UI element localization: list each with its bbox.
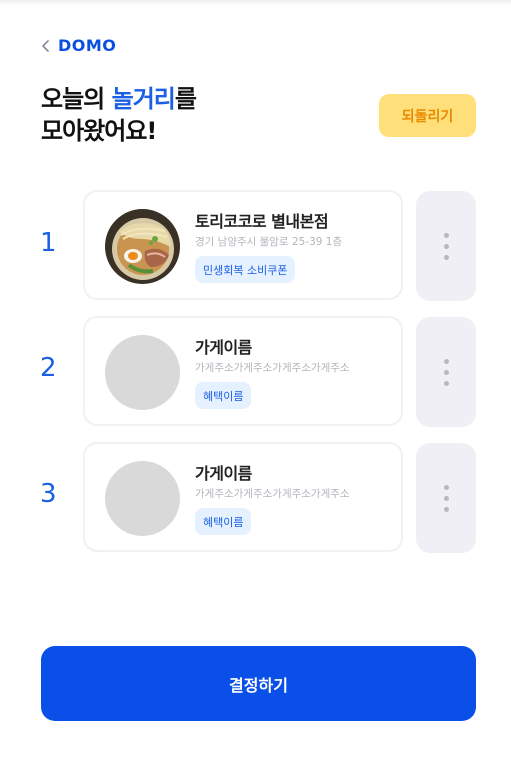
title-suffix: 를 [174, 85, 197, 113]
place-card[interactable]: 가게이름 가게주소가게주소가게주소가게주소 혜택이름 [83, 316, 403, 426]
place-photo-placeholder [105, 461, 180, 536]
place-card[interactable]: 가게이름 가게주소가게주소가게주소가게주소 혜택이름 [83, 442, 403, 552]
kebab-dot-icon [443, 232, 449, 238]
page-title: 오늘의 놀거리를 모아왔어요! [41, 83, 197, 147]
confirm-button[interactable]: 결정하기 [41, 646, 476, 721]
ramen-photo-icon [105, 209, 180, 284]
place-card[interactable]: 토리코코로 별내본점 경기 남양주시 불암로 25-39 1층 민생회복 소비쿠… [83, 190, 403, 300]
brand-logo: DOMO [58, 36, 117, 55]
place-name: 토리코코로 별내본점 [195, 212, 329, 231]
title-prefix: 오늘의 [41, 85, 112, 113]
more-options-button[interactable] [416, 317, 476, 427]
status-bar-shade [0, 0, 511, 6]
kebab-dot-icon [443, 484, 449, 490]
kebab-dot-icon [443, 254, 449, 260]
benefit-badge: 혜택이름 [195, 382, 252, 409]
place-address: 경기 남양주시 불암로 25-39 1층 [195, 236, 343, 248]
title-accent: 놀거리 [111, 85, 176, 113]
rank-number: 1 [40, 228, 57, 258]
kebab-dot-icon [443, 358, 449, 364]
kebab-dot-icon [443, 380, 449, 386]
kebab-dot-icon [443, 506, 449, 512]
kebab-dot-icon [443, 369, 449, 375]
place-photo-placeholder [105, 335, 180, 410]
place-address: 가게주소가게주소가게주소가게주소 [195, 362, 350, 374]
kebab-dot-icon [443, 243, 449, 249]
place-name: 가게이름 [195, 464, 252, 483]
rank-number: 3 [40, 479, 57, 509]
place-address: 가게주소가게주소가게주소가게주소 [195, 488, 350, 500]
more-options-button[interactable] [416, 191, 476, 301]
place-name: 가게이름 [195, 338, 252, 357]
undo-button[interactable]: 되돌리기 [379, 94, 476, 137]
chevron-left-icon [42, 39, 49, 52]
place-photo [105, 209, 180, 284]
kebab-dot-icon [443, 495, 449, 501]
rank-number: 2 [40, 353, 57, 383]
more-options-button[interactable] [416, 443, 476, 553]
benefit-badge: 혜택이름 [195, 508, 252, 535]
back-button[interactable]: DOMO [40, 36, 116, 55]
benefit-badge: 민생회복 소비쿠폰 [195, 256, 296, 283]
title-line2: 모아왔어요! [41, 117, 157, 145]
